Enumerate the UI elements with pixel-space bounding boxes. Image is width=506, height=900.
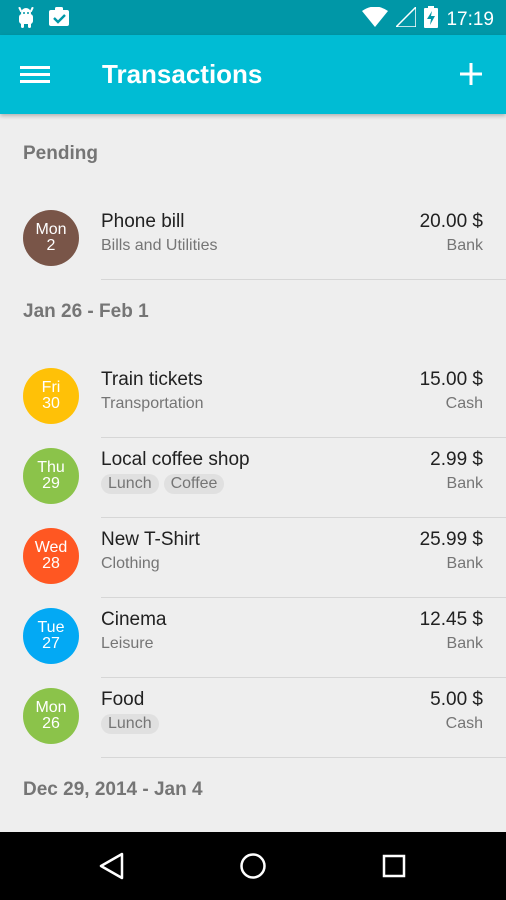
transaction-amount: 5.00 $	[430, 689, 483, 710]
transaction-row[interactable]: Mon 26 Food Lunch 5.00 $ Cash	[0, 678, 506, 758]
section-header-week: Dec 29, 2014 - Jan 4	[23, 779, 203, 800]
status-bar: 17:19	[0, 0, 506, 35]
avatar-day: Thu	[37, 459, 65, 476]
transaction-account: Cash	[445, 715, 483, 732]
transaction-name: Local coffee shop	[101, 449, 250, 470]
battery-charging-icon	[424, 6, 439, 33]
android-icon	[16, 6, 36, 34]
transaction-name: New T-Shirt	[101, 529, 200, 550]
transaction-tags: Lunch	[101, 714, 159, 734]
date-avatar: Wed 28	[23, 528, 79, 584]
avatar-date: 28	[42, 555, 60, 572]
transaction-amount: 20.00 $	[419, 211, 483, 232]
clipboard-check-icon	[48, 7, 70, 34]
tag-chip: Lunch	[101, 714, 159, 734]
transaction-account: Cash	[445, 395, 483, 412]
tag-chip: Coffee	[163, 474, 225, 494]
transaction-row[interactable]: Tue 27 Cinema Leisure 12.45 $ Bank	[0, 598, 506, 678]
transaction-name: Food	[101, 689, 145, 710]
back-triangle-icon[interactable]	[97, 851, 127, 881]
transaction-amount: 25.99 $	[419, 529, 483, 550]
date-avatar: Mon 2	[23, 210, 79, 266]
date-avatar: Mon 26	[23, 688, 79, 744]
date-avatar: Thu 29	[23, 448, 79, 504]
status-left-icons	[16, 6, 70, 34]
transaction-category: Transportation	[101, 394, 204, 414]
transactions-list: Pending Mon 2 Phone bill Bills and Utilit…	[0, 114, 506, 832]
transaction-account: Bank	[446, 635, 483, 652]
transaction-name: Phone bill	[101, 211, 185, 232]
page-title: Transactions	[102, 59, 263, 89]
transaction-amount: 12.45 $	[419, 609, 483, 630]
row-divider	[101, 279, 506, 280]
avatar-day: Mon	[35, 221, 67, 238]
avatar-date: 27	[42, 635, 60, 652]
transaction-account: Bank	[446, 475, 483, 492]
tag-chip: Lunch	[101, 474, 159, 494]
avatar-date: 2	[46, 237, 56, 254]
transaction-row[interactable]: Wed 28 New T-Shirt Clothing 25.99 $ Bank	[0, 518, 506, 598]
category-label: Transportation	[101, 395, 204, 412]
transaction-amount: 15.00 $	[419, 369, 483, 390]
section-header-week: Jan 26 - Feb 1	[23, 301, 149, 322]
avatar-date: 29	[42, 475, 60, 492]
wifi-icon	[362, 6, 389, 32]
category-label: Bills and Utilities	[101, 237, 218, 254]
hamburger-menu-icon[interactable]	[20, 60, 58, 90]
avatar-day: Tue	[37, 619, 65, 636]
transaction-name: Train tickets	[101, 369, 203, 390]
transaction-tags: Lunch Coffee	[101, 474, 225, 494]
category-label: Clothing	[101, 555, 160, 572]
avatar-date: 26	[42, 715, 60, 732]
transaction-category: Clothing	[101, 554, 160, 574]
transaction-account: Bank	[446, 555, 483, 572]
transaction-row[interactable]: Mon 2 Phone bill Bills and Utilities 20.0…	[0, 200, 506, 280]
signal-icon	[394, 5, 418, 32]
transaction-category: Leisure	[101, 634, 153, 654]
transaction-row[interactable]: Thu 29 Local coffee shop Lunch Coffee 2.99…	[0, 438, 506, 518]
transaction-name: Cinema	[101, 609, 167, 630]
transaction-row[interactable]: Fri 30 Train tickets Transportation 15.00…	[0, 358, 506, 438]
status-clock: 17:19	[446, 8, 494, 30]
avatar-day: Wed	[34, 539, 68, 556]
status-right-icons: 17:19	[362, 5, 494, 33]
row-divider	[101, 757, 506, 758]
avatar-day: Mon	[35, 699, 67, 716]
system-nav-bar	[0, 832, 506, 900]
recents-square-icon[interactable]	[379, 851, 409, 881]
category-label: Leisure	[101, 635, 154, 652]
date-avatar: Tue 27	[23, 608, 79, 664]
home-circle-icon[interactable]	[238, 851, 268, 881]
plus-icon[interactable]	[454, 57, 488, 91]
date-avatar: Fri 30	[23, 368, 79, 424]
app-bar: Transactions	[0, 35, 506, 114]
avatar-day: Fri	[41, 379, 61, 396]
transaction-account: Bank	[446, 237, 483, 254]
transaction-category: Bills and Utilities	[101, 236, 217, 256]
avatar-date: 30	[42, 395, 60, 412]
transaction-amount: 2.99 $	[430, 449, 483, 470]
section-header-pending: Pending	[23, 143, 98, 164]
